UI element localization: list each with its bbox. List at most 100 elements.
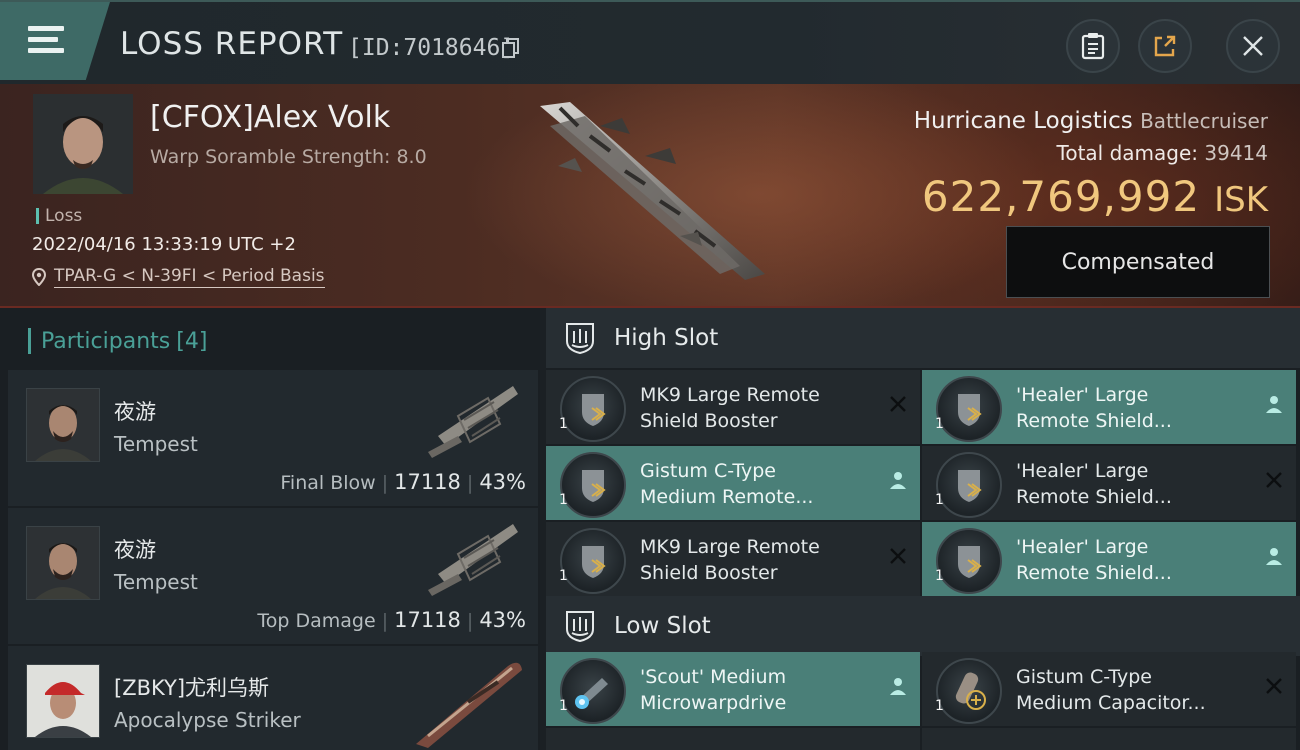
participant-stats: Top Damage | 17118 | 43%: [257, 608, 526, 632]
module-item[interactable]: 1 'Healer' Large Remote Shield...: [922, 522, 1296, 596]
module-quantity: 1: [935, 416, 944, 432]
dropped-person-icon: [1266, 396, 1282, 413]
location-text: TPAR-G < N-39FI < Period Basis: [54, 266, 325, 288]
participant-ship: Apocalypse Striker: [114, 708, 301, 732]
participant-ship: Tempest: [114, 432, 198, 456]
shield-booster-icon: [936, 528, 1002, 594]
participant-percent: 43%: [479, 470, 526, 494]
participant-role: Final Blow: [280, 472, 376, 494]
module-quantity: 1: [935, 492, 944, 508]
participant-stats: Final Blow | 17118 | 43%: [280, 470, 526, 494]
clipboard-button[interactable]: [1066, 19, 1120, 73]
module-item[interactable]: 1 Gistum C-Type Medium Capacitor...: [922, 652, 1296, 726]
close-icon: [1243, 36, 1263, 56]
copy-icon[interactable]: [502, 38, 520, 58]
microwarpdrive-icon: [560, 658, 626, 724]
module-quantity: 1: [935, 568, 944, 584]
participant-portrait: [26, 388, 100, 462]
total-damage-value: 39414: [1204, 141, 1268, 165]
participant-damage: 17118: [394, 470, 461, 494]
module-quantity: 1: [559, 568, 568, 584]
module-quantity: 1: [935, 698, 944, 714]
module-item[interactable]: 1 'Scout' Medium Microwarpdrive: [546, 652, 920, 726]
shield-booster-icon: [560, 528, 626, 594]
module-name: MK9 Large Remote Shield Booster: [640, 384, 820, 432]
high-slot-title: High Slot: [614, 325, 719, 351]
dropped-person-icon: [890, 472, 906, 489]
isk-unit: ISK: [1214, 180, 1268, 220]
module-name: 'Healer' Large Remote Shield...: [1016, 536, 1172, 584]
location-pin-icon: [32, 268, 46, 286]
share-icon: [1154, 35, 1176, 57]
participant-ship-image: [416, 662, 522, 748]
menu-button[interactable]: [0, 2, 110, 80]
share-button[interactable]: [1138, 19, 1192, 73]
participant-portrait: [26, 526, 100, 600]
participant-row[interactable]: 夜游 Tempest Top Damage | 17118 | 43%: [8, 508, 538, 644]
participants-header: Participants [4]: [28, 328, 207, 354]
high-slot-icon: [566, 323, 594, 355]
participant-name: 夜游: [114, 400, 156, 424]
low-slot-title: Low Slot: [614, 613, 711, 639]
module-item[interactable]: 1 MK9 Large Remote Shield Booster: [546, 522, 920, 596]
compensated-button[interactable]: Compensated: [1006, 226, 1270, 298]
header-accent: [28, 328, 31, 354]
module-name: MK9 Large Remote Shield Booster: [640, 536, 820, 584]
page-title: LOSS REPORT: [120, 26, 344, 62]
participant-percent: 43%: [479, 608, 526, 632]
low-slot-header: Low Slot: [546, 596, 1300, 656]
participants-panel: Participants [4] 夜游 Tempest Final Blow | 1…: [0, 308, 540, 750]
hamburger-icon: [28, 26, 64, 56]
loss-indicator: [36, 208, 39, 224]
warp-scramble-strength: Warp Soramble Strength: 8.0: [150, 146, 427, 168]
module-quantity: 1: [559, 698, 568, 714]
module-name: 'Healer' Large Remote Shield...: [1016, 460, 1172, 508]
low-slot-icon: [566, 611, 594, 643]
participant-ship-image: [428, 524, 518, 596]
module-item[interactable]: [546, 728, 920, 750]
module-item[interactable]: 1 MK9 Large Remote Shield Booster: [546, 370, 920, 444]
destroyed-icon: [890, 396, 906, 412]
fitting-panel: High Slot 1 MK9 Large Remote Shield Boost…: [546, 308, 1300, 750]
participants-count: [4]: [176, 328, 208, 354]
participants-label: Participants: [41, 328, 171, 354]
capacitor-icon: [936, 658, 1002, 724]
destroyed-icon: [890, 548, 906, 564]
location-link[interactable]: TPAR-G < N-39FI < Period Basis: [32, 266, 325, 288]
module-item[interactable]: 1 Gistum C-Type Medium Remote...: [546, 446, 920, 520]
top-bar: LOSS REPORT [ID:7018646]: [0, 0, 1300, 86]
destroyed-icon: [1266, 678, 1282, 694]
dropped-person-icon: [890, 678, 906, 695]
module-item[interactable]: 1 'Healer' Large Remote Shield...: [922, 446, 1296, 520]
ship-class: Battlecruiser: [1140, 109, 1268, 133]
high-slot-header: High Slot: [546, 308, 1300, 368]
loss-tag: Loss: [36, 206, 82, 226]
module-name: 'Scout' Medium Microwarpdrive: [640, 666, 787, 714]
isk-value: 622,769,992 ISK: [922, 172, 1268, 221]
loss-label: Loss: [45, 206, 83, 226]
destroyed-icon: [1266, 472, 1282, 488]
clipboard-icon: [1081, 33, 1105, 60]
kill-datetime: 2022/04/16 13:33:19 UTC +2: [32, 234, 296, 255]
participant-row[interactable]: [ZBKY]尤利乌斯 Apocalypse Striker: [8, 646, 538, 750]
close-button[interactable]: [1226, 19, 1280, 73]
report-id: [ID:7018646]: [348, 35, 515, 61]
participant-name: 夜游: [114, 538, 156, 562]
module-quantity: 1: [559, 492, 568, 508]
victim-portrait[interactable]: [33, 94, 133, 194]
module-name: 'Healer' Large Remote Shield...: [1016, 384, 1172, 432]
module-item[interactable]: 1 'Healer' Large Remote Shield...: [922, 370, 1296, 444]
victim-ship-image: [540, 102, 765, 280]
module-name: Gistum C-Type Medium Capacitor...: [1016, 666, 1206, 714]
module-item[interactable]: [922, 728, 1296, 750]
participant-ship-image: [428, 386, 518, 458]
module-name: Gistum C-Type Medium Remote...: [640, 460, 814, 508]
participant-portrait: [26, 664, 100, 738]
dropped-person-icon: [1266, 548, 1282, 565]
shield-booster-icon: [936, 452, 1002, 518]
participant-row[interactable]: 夜游 Tempest Final Blow | 17118 | 43%: [8, 370, 538, 506]
participant-name: [ZBKY]尤利乌斯: [114, 676, 270, 700]
shield-booster-icon: [560, 376, 626, 442]
participant-ship: Tempest: [114, 570, 198, 594]
shield-booster-icon: [560, 452, 626, 518]
